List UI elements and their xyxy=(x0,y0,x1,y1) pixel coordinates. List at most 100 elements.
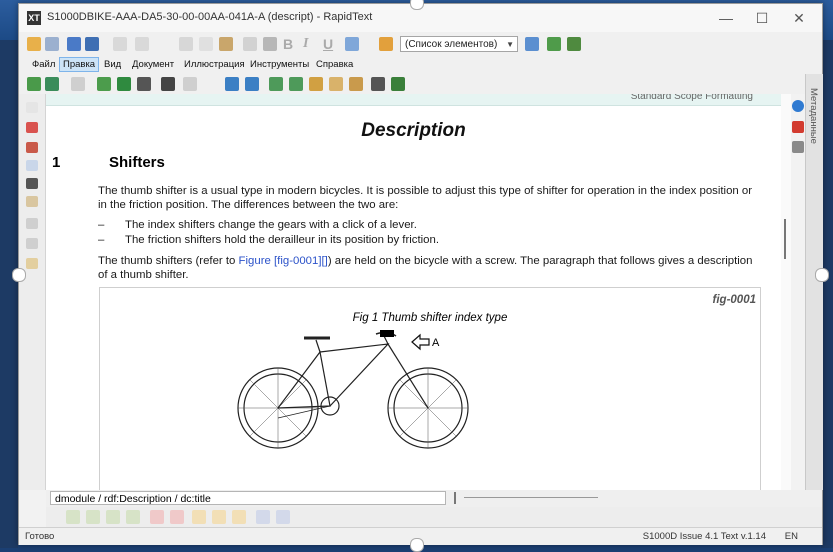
figure-id: fig-0001 xyxy=(712,294,756,306)
merge-icon[interactable] xyxy=(225,77,239,91)
add-icon[interactable] xyxy=(26,102,38,113)
tool-icon[interactable] xyxy=(86,510,100,524)
caution-icon[interactable] xyxy=(349,77,363,91)
path-panel: dmodule / rdf:Description / dc:title xyxy=(46,490,822,507)
validate-icon[interactable] xyxy=(547,37,561,51)
redo-icon[interactable] xyxy=(135,37,149,51)
underline-button[interactable]: U xyxy=(323,36,333,52)
resize-handle[interactable] xyxy=(815,268,829,282)
splitter[interactable] xyxy=(454,492,456,504)
variable-icon[interactable] xyxy=(371,77,385,91)
resize-handle[interactable] xyxy=(410,538,424,552)
document-editor[interactable]: Standard Scope Formatting Description 1 … xyxy=(46,94,781,490)
maximize-button[interactable]: ☐ xyxy=(747,8,777,28)
tool-icon[interactable] xyxy=(150,510,164,524)
comment-icon[interactable] xyxy=(26,142,38,153)
preview-icon[interactable] xyxy=(792,141,804,153)
tool-icon[interactable] xyxy=(212,510,226,524)
metadata-side-tab[interactable]: Метаданные xyxy=(805,74,823,490)
figure-box: fig-0001 Fig 1 Thumb shifter index type xyxy=(99,287,761,490)
layout-icon[interactable] xyxy=(26,196,38,207)
tool-icon[interactable] xyxy=(276,510,290,524)
menu-tools[interactable]: Инструменты xyxy=(247,58,312,71)
note-icon[interactable] xyxy=(309,77,323,91)
move-up-icon[interactable] xyxy=(269,77,283,91)
menu-help[interactable]: Справка xyxy=(313,58,356,71)
insert-para-icon[interactable] xyxy=(27,77,41,91)
warning-icon[interactable] xyxy=(329,77,343,91)
tool-icon[interactable] xyxy=(232,510,246,524)
menu-edit[interactable]: Правка xyxy=(59,57,100,72)
figure-caption: Fig 1 Thumb shifter index type xyxy=(352,312,508,324)
menu-view[interactable]: Вид xyxy=(101,58,124,71)
element-path-breadcrumb[interactable]: dmodule / rdf:Description / dc:title xyxy=(50,491,446,505)
spellcheck-icon[interactable] xyxy=(391,77,405,91)
save-icon[interactable] xyxy=(45,37,59,51)
element-list-value: (Список элементов) xyxy=(405,39,498,50)
export-icon[interactable] xyxy=(85,37,99,51)
menu-bar: Файл Правка Вид Документ Иллюстрация Инс… xyxy=(19,56,822,74)
tool-icon[interactable] xyxy=(170,510,184,524)
paragraph-text: The thumb shifters (refer to xyxy=(98,255,239,267)
chevron-down-icon: ▼ xyxy=(506,40,514,49)
help-icon[interactable] xyxy=(792,100,804,112)
figure-reference-link[interactable]: Figure [fig-0001][] xyxy=(239,255,328,267)
check-icon[interactable] xyxy=(567,37,581,51)
app-window: XT S1000DBIKE-AAA-DA5-30-00-00AA-041A-A … xyxy=(18,3,823,545)
image-icon[interactable] xyxy=(345,37,359,51)
indent-icon[interactable] xyxy=(26,160,38,171)
link-icon[interactable] xyxy=(183,77,197,91)
bottom-toolbar xyxy=(46,507,822,527)
split-icon[interactable] xyxy=(245,77,259,91)
list-item: – The index shifters change the gears wit… xyxy=(98,218,417,232)
symbol-icon[interactable] xyxy=(161,77,175,91)
section-number: 1 xyxy=(52,154,61,171)
paragraph: The thumb shifter is a usual type in mod… xyxy=(98,185,753,211)
pdf-icon[interactable] xyxy=(792,121,804,133)
publish-icon[interactable] xyxy=(67,37,81,51)
close-button[interactable]: ✕ xyxy=(784,8,814,28)
callout-arrow-icon xyxy=(411,333,430,351)
delete-icon[interactable] xyxy=(26,122,38,133)
menu-document[interactable]: Документ xyxy=(129,58,177,71)
bold-button[interactable]: B xyxy=(283,36,293,52)
vertical-scrollbar[interactable] xyxy=(781,94,791,490)
align-icon[interactable] xyxy=(26,178,38,189)
insert-column-icon[interactable] xyxy=(117,77,131,91)
move-down-icon[interactable] xyxy=(289,77,303,91)
subscript-icon[interactable] xyxy=(26,218,38,229)
version-info: S1000D Issue 4.1 Text v.1.14 xyxy=(642,531,766,542)
insert-list-icon[interactable] xyxy=(45,77,59,91)
element-list-select[interactable]: (Список элементов) ▼ xyxy=(400,36,518,52)
undo-icon[interactable] xyxy=(113,37,127,51)
horizontal-scrollbar[interactable] xyxy=(464,497,598,498)
insert-row-icon[interactable] xyxy=(97,77,111,91)
tool-icon[interactable] xyxy=(256,510,270,524)
scrollbar-thumb[interactable] xyxy=(784,219,786,259)
insert-element-icon[interactable] xyxy=(525,37,539,51)
tool-icon[interactable] xyxy=(66,510,80,524)
resize-handle[interactable] xyxy=(410,0,424,10)
style-icon[interactable] xyxy=(263,37,277,51)
tool-icon[interactable] xyxy=(106,510,120,524)
minimize-button[interactable]: — xyxy=(711,8,741,28)
italic-button[interactable]: I xyxy=(303,36,308,52)
copy-icon[interactable] xyxy=(199,37,213,51)
menu-file[interactable]: Файл xyxy=(29,58,58,71)
metadata-strip-text: Standard Scope Formatting xyxy=(630,94,753,102)
insert-table-icon[interactable] xyxy=(71,77,85,91)
superscript-icon[interactable] xyxy=(26,238,38,249)
element-icon[interactable] xyxy=(379,37,393,51)
cut-icon[interactable] xyxy=(179,37,193,51)
app-logo-icon: XT xyxy=(27,11,41,25)
tool-icon[interactable] xyxy=(192,510,206,524)
formula-icon[interactable] xyxy=(137,77,151,91)
label-icon[interactable] xyxy=(26,258,38,269)
menu-illustration[interactable]: Иллюстрация xyxy=(181,58,248,71)
metadata-tab-label: Метаданные xyxy=(808,88,819,144)
format-icon[interactable] xyxy=(243,37,257,51)
open-folder-icon[interactable] xyxy=(27,37,41,51)
tool-icon[interactable] xyxy=(126,510,140,524)
paste-icon[interactable] xyxy=(219,37,233,51)
resize-handle[interactable] xyxy=(12,268,26,282)
